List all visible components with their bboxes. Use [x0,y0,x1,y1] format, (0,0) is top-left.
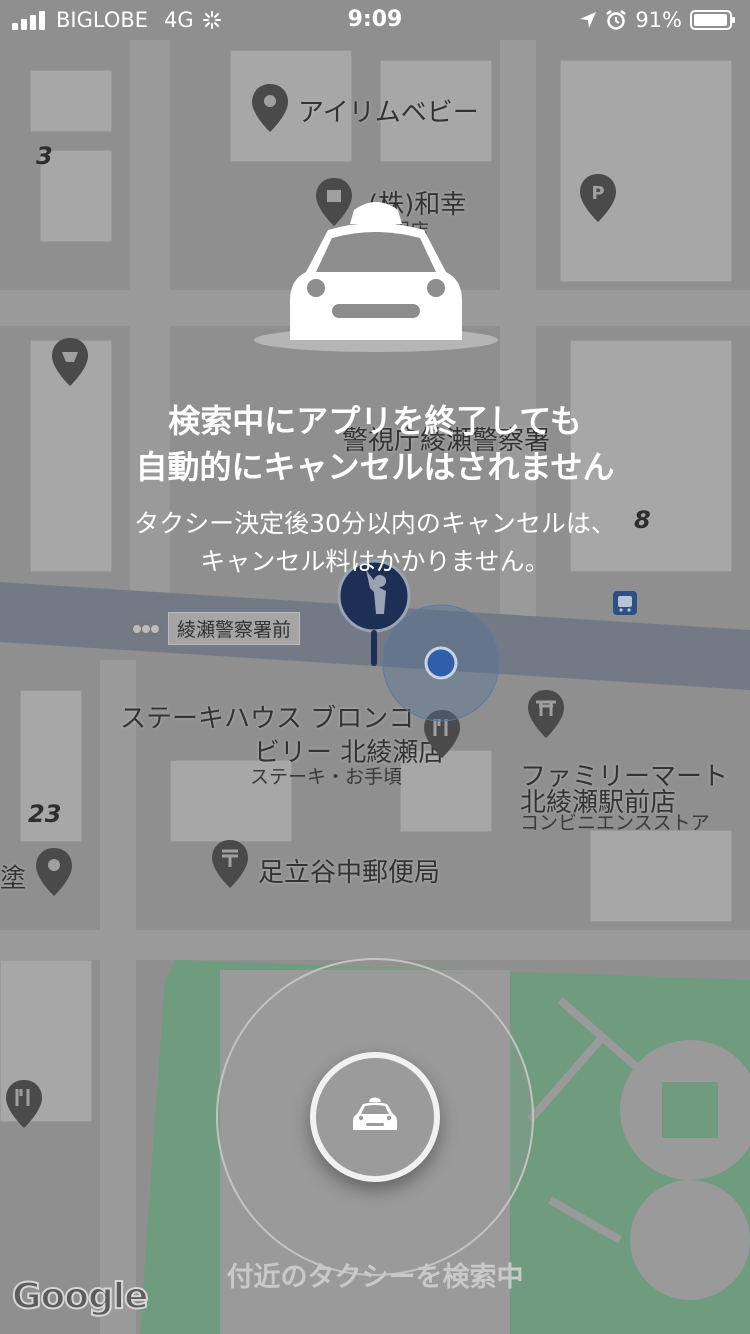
building [30,70,112,132]
map-label-airimubebi[interactable]: アイリムベビー [298,92,479,129]
status-bar: BIGLOBE 4G 9:09 91% [0,0,750,40]
location-arrow-icon [580,12,597,28]
google-logo: Google [11,1275,150,1318]
notice-title-line1: 検索中にアプリを終了しても [168,402,582,440]
location-pin-icon[interactable] [250,82,290,134]
notice-title-line2: 自動的にキャンセルはされません [135,448,615,486]
alarm-icon [606,10,627,30]
map-label-post-office[interactable]: 足立谷中郵便局 [258,852,440,889]
small-taxi-icon [353,1097,397,1130]
map-sublabel-familymart: コンビニエンスストア [520,812,710,834]
parking-pin-icon[interactable]: P [578,172,618,224]
building [590,830,732,922]
block-number: 23 [28,800,62,828]
notice-subtitle-line1: タクシー決定後30分以内のキャンセルは、 [134,509,616,538]
restaurant-pin-icon[interactable] [4,1078,44,1130]
traffic-signal: 綾瀬警察署前 [130,612,301,645]
bus-stop-icon[interactable] [612,590,638,616]
notice-subtitle-line2: キャンセル料はかかりません。 [200,547,550,576]
battery-icon [690,10,735,30]
location-pin-icon[interactable] [34,846,74,898]
shrine-pin-icon[interactable] [526,688,566,740]
post-office-pin-icon[interactable] [210,838,250,890]
svg-text:P: P [591,183,604,204]
battery-percent: 91% [635,8,682,32]
traffic-light-icon [130,622,162,635]
taxi-car-icon [254,202,498,352]
signal-name-label: 綾瀬警察署前 [168,612,301,645]
block-number: 3 [36,142,53,170]
map-label-left-edge[interactable]: 塗 [0,858,26,895]
map-label-steak-1[interactable]: ステーキハウス ブロンコ [120,698,414,735]
map-sublabel-steak: ステーキ・お手頃 [250,766,403,788]
search-taxi-button[interactable] [310,1052,440,1182]
building [560,60,732,282]
pharmacy-pin-icon[interactable] [50,336,90,388]
